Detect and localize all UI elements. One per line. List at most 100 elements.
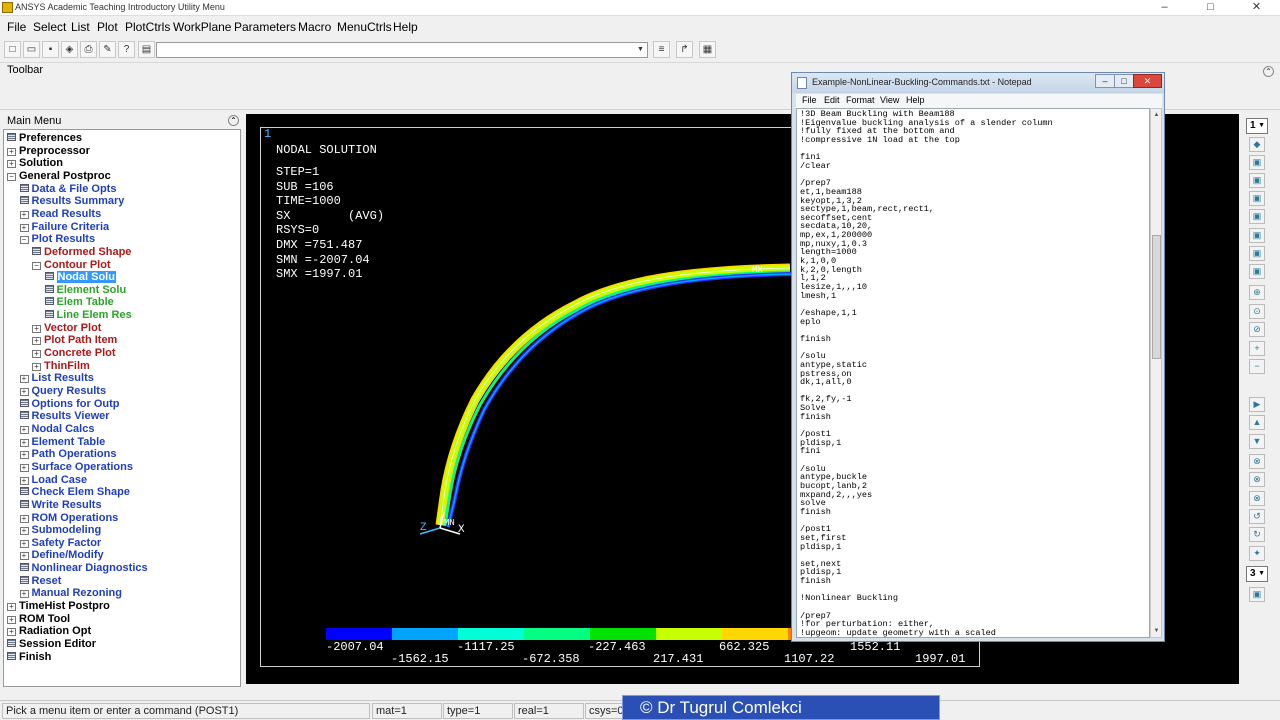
menu-item-icon[interactable] [7,133,16,141]
expand-icon[interactable]: + [32,337,41,346]
iso-view-icon[interactable]: ◆ [1249,137,1265,152]
menu-item-icon[interactable] [19,487,29,496]
notepad-maximize-button[interactable]: □ [1114,74,1134,88]
notepad-window[interactable]: Example-NonLinear-Buckling-Commands.txt … [791,72,1165,642]
main-menu-item[interactable]: Reset [19,575,61,588]
menu-item-icon[interactable] [19,575,29,584]
main-menu-item[interactable]: Nodal Solu [44,271,116,284]
rotate-cw-icon[interactable]: ↻ [1249,527,1265,542]
main-menu-item[interactable]: + Load Case [19,474,87,487]
expand-icon[interactable]: + [7,147,16,156]
notepad-title-bar[interactable]: Example-NonLinear-Buckling-Commands.txt … [792,73,1164,93]
menu-menuctrls[interactable]: MenuCtrls [337,20,392,34]
collapse-icon[interactable]: − [32,261,41,270]
front-view-icon[interactable]: ▣ [1249,155,1265,170]
menu-item-icon[interactable] [7,651,16,660]
notepad-menu-view[interactable]: View [880,95,899,105]
expand-icon[interactable]: + [19,514,29,523]
pan-right-icon[interactable]: ▶ [1249,397,1265,412]
main-menu-item[interactable]: + Radiation Opt [7,625,91,638]
main-menu-item[interactable]: Finish [7,651,51,664]
oblique-view-icon[interactable]: ▣ [1249,264,1265,279]
main-menu-item[interactable]: + Failure Criteria [19,221,109,234]
expand-icon[interactable]: + [19,590,29,599]
expand-icon[interactable]: + [19,476,29,485]
expand-icon[interactable]: + [32,350,41,359]
minimize-button[interactable]: – [1142,0,1187,16]
menu-file[interactable]: File [7,20,26,34]
expand-icon[interactable]: + [7,160,16,169]
print-icon[interactable]: ⎙ [80,41,97,58]
menu-plot[interactable]: Plot [97,20,118,34]
rotate-z-icon[interactable]: ⊗ [1249,491,1265,506]
main-menu-item[interactable]: + Element Table [19,436,105,449]
main-menu-item[interactable]: + Path Operations [19,448,116,461]
menu-item-icon[interactable] [44,272,54,281]
help-icon[interactable]: ? [118,41,135,58]
main-menu-item[interactable]: + Safety Factor [19,537,101,550]
expand-icon[interactable]: + [32,324,41,333]
expand-icon[interactable]: + [19,451,29,460]
notepad-menu-file[interactable]: File [802,95,817,105]
bottom-view-icon[interactable]: ▣ [1249,246,1265,261]
notepad-minimize-button[interactable]: – [1095,74,1115,88]
command-prompt-icon[interactable]: ▤ [138,41,155,58]
zoom-out-icon[interactable]: − [1249,359,1265,374]
top-view-icon[interactable]: ▣ [1249,173,1265,188]
rate-select-dropdown[interactable]: 3 ▼ [1246,566,1268,582]
main-menu-item[interactable]: + Query Results [19,385,106,398]
menu-item-icon[interactable] [19,499,29,508]
main-menu-item[interactable]: Line Elem Res [44,309,132,322]
maximize-button[interactable]: □ [1188,0,1233,16]
notepad-close-button[interactable]: ✕ [1133,74,1162,88]
main-menu-item[interactable]: Deformed Shape [32,246,131,259]
menu-item-icon[interactable] [19,411,29,420]
menu-parameters[interactable]: Parameters [234,20,296,34]
expand-icon[interactable]: + [7,628,16,637]
contact-manager-icon[interactable]: ▦ [699,41,716,58]
main-menu-item[interactable]: + Preprocessor [7,145,90,158]
main-menu-item[interactable]: Results Summary [19,195,124,208]
main-menu-item[interactable]: + Submodeling [19,524,101,537]
main-menu-item[interactable]: Nonlinear Diagnostics [19,562,148,575]
report-generator-icon[interactable]: ✎ [99,41,116,58]
menu-macro[interactable]: Macro [298,20,331,34]
left-view-icon[interactable]: ▣ [1249,228,1265,243]
main-menu-item[interactable]: Preferences [7,132,82,145]
menu-item-icon[interactable] [44,297,54,306]
expand-icon[interactable]: + [19,552,29,561]
rotate-x-icon[interactable]: ⊗ [1249,454,1265,469]
back-view-icon[interactable]: ▣ [1249,191,1265,206]
menu-item-icon[interactable] [19,196,29,205]
main-menu-item[interactable]: + Manual Rezoning [19,587,122,600]
scroll-up-icon[interactable]: ▲ [1152,110,1161,120]
main-menu-item[interactable]: + Define/Modify [19,549,104,562]
main-menu-item[interactable]: + Solution [7,157,63,170]
menu-help[interactable]: Help [393,20,418,34]
rotate-y-icon[interactable]: ⊗ [1249,472,1265,487]
main-menu-item[interactable]: + ROM Tool [7,613,70,626]
main-menu-item[interactable]: Data & File Opts [19,183,116,196]
notepad-menu-edit[interactable]: Edit [824,95,840,105]
main-menu-item[interactable]: Elem Table [44,296,114,309]
menu-plotctrls[interactable]: PlotCtrls [125,20,170,34]
expand-icon[interactable]: + [19,210,29,219]
close-button[interactable]: ✕ [1234,0,1279,16]
open-file-icon[interactable]: ▭ [23,41,40,58]
main-menu-item[interactable]: + List Results [19,372,94,385]
menu-item-icon[interactable] [19,183,29,192]
main-menu-item[interactable]: Options for Outp [19,398,119,411]
rotate-ccw-icon[interactable]: ↺ [1249,509,1265,524]
notepad-text-area[interactable]: !3D Beam Buckling with Beam188 !Eigenvalu… [796,108,1150,638]
collapse-toolbar-icon[interactable]: ⌃ [1263,66,1274,77]
collapse-main-menu-icon[interactable]: ⌃ [228,115,239,126]
notepad-scrollbar[interactable]: ▲ ▼ [1150,108,1162,638]
collapse-icon[interactable]: − [19,236,29,245]
zoom-in-icon[interactable]: + [1249,341,1265,356]
expand-icon[interactable]: + [19,223,29,232]
new-file-icon[interactable]: □ [4,41,21,58]
pan-zoom-rotate-icon[interactable]: ◈ [61,41,78,58]
zoom-back-icon[interactable]: ⊘ [1249,322,1265,337]
expand-icon[interactable]: + [19,438,29,447]
notepad-menu-help[interactable]: Help [906,95,925,105]
